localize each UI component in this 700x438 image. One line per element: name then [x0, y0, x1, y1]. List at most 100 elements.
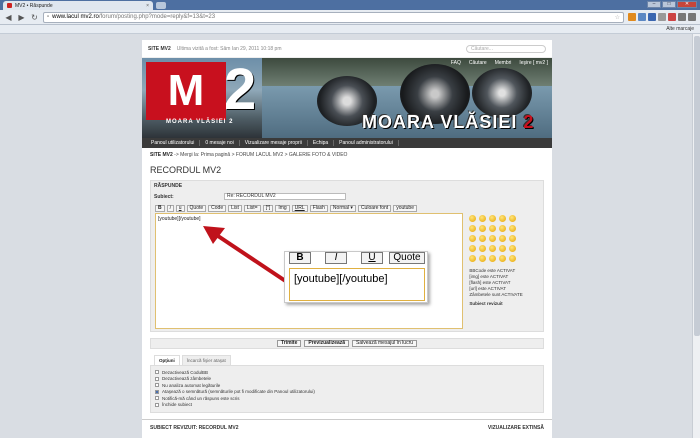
- options-panel: Dezactivează CodulBB Dezactivează zâmbet…: [150, 365, 544, 413]
- breadcrumb: SITE MV2 -> Mergi la: Prima pagină > FOR…: [142, 148, 552, 162]
- smiley-icon[interactable]: [489, 255, 497, 262]
- nav-logout[interactable]: Ieşire [ mv2 ]: [519, 60, 548, 66]
- flash-button[interactable]: Flash: [309, 205, 328, 212]
- back-icon[interactable]: ◀: [4, 13, 13, 22]
- nav-new-messages[interactable]: 0 mesaje noi: [200, 140, 240, 146]
- smiley-icon[interactable]: [489, 225, 497, 232]
- smiley-icon[interactable]: [489, 245, 497, 252]
- smiley-icon[interactable]: [499, 215, 507, 222]
- checkbox[interactable]: [155, 383, 159, 388]
- extension-red-icon[interactable]: [668, 13, 676, 21]
- topic-review-link[interactable]: Subiect revizuit: [469, 301, 537, 306]
- smiley-icon[interactable]: [479, 235, 487, 242]
- breadcrumb-site[interactable]: SITE MV2: [150, 152, 173, 158]
- smiley-icon[interactable]: [469, 225, 477, 232]
- font-color-button[interactable]: Culoare font: [357, 205, 392, 212]
- option-row[interactable]: Închide subiect: [155, 402, 539, 409]
- subject-label: Subiect:: [154, 193, 174, 200]
- address-bar[interactable]: ▫ www.lacul mv2.ro/forum/posting.php?mod…: [43, 11, 624, 23]
- page-menu-icon[interactable]: [678, 13, 686, 21]
- nav-user-panel[interactable]: Panoul utilizatorului: [146, 140, 201, 146]
- smiley-icon[interactable]: [509, 245, 517, 252]
- site-logo[interactable]: M 2 MOARA VLĂSIEI 2: [146, 61, 278, 125]
- smiley-icon[interactable]: [479, 225, 487, 232]
- list-item-button[interactable]: [*]: [262, 205, 274, 212]
- page-scrollbar[interactable]: [692, 34, 700, 438]
- smiley-icon[interactable]: [479, 255, 487, 262]
- nav-own-posts[interactable]: Vizualizare mesaje proprii: [240, 140, 308, 146]
- extension-m-icon[interactable]: [648, 13, 656, 21]
- bold-button[interactable]: B: [155, 205, 165, 212]
- smiley-icon[interactable]: [469, 245, 477, 252]
- zoom-bold-button: B: [289, 252, 311, 264]
- extension-g-icon[interactable]: [658, 13, 666, 21]
- star-icon[interactable]: ☆: [615, 14, 620, 21]
- submit-button[interactable]: Trimite: [276, 340, 302, 347]
- top-nav: FAQ Căutare Membri Ieşire [ mv2 ]: [451, 60, 548, 66]
- url-button[interactable]: URL: [291, 205, 308, 212]
- tab-attachments[interactable]: Încarcă fişier ataşat: [181, 355, 231, 365]
- img-button[interactable]: Img: [275, 205, 290, 212]
- reload-icon[interactable]: ↻: [30, 13, 39, 22]
- checkbox[interactable]: [155, 402, 159, 407]
- nav-members[interactable]: Membri: [495, 60, 512, 66]
- tab-options[interactable]: Opţiuni: [154, 355, 180, 365]
- smiley-icon[interactable]: [479, 215, 487, 222]
- smiley-icon[interactable]: [489, 215, 497, 222]
- browser-tab[interactable]: MV2 • Răspunde ×: [3, 1, 153, 10]
- youtube-button[interactable]: youtube: [393, 205, 417, 212]
- close-tab-icon[interactable]: ×: [146, 3, 149, 9]
- search-input[interactable]: Căutare...: [466, 44, 546, 53]
- close-window-button[interactable]: ✕: [677, 1, 697, 8]
- expanded-view-link[interactable]: VIZUALIZARE EXTINSĂ: [488, 425, 544, 431]
- extension-rss-icon[interactable]: [628, 13, 636, 21]
- italic-button[interactable]: i: [166, 205, 174, 212]
- window-controls: – □ ✕: [647, 1, 697, 8]
- page-title[interactable]: RECORDUL MV2: [142, 162, 552, 178]
- smiley-icon[interactable]: [499, 255, 507, 262]
- other-bookmarks[interactable]: Alte marcaje: [666, 26, 694, 32]
- extension-v-icon[interactable]: [638, 13, 646, 21]
- ordered-list-button[interactable]: List=: [243, 205, 261, 212]
- scrollbar-thumb[interactable]: [694, 36, 700, 336]
- code-button[interactable]: Code: [208, 205, 227, 212]
- nav-faq[interactable]: FAQ: [451, 60, 461, 66]
- smiley-icon[interactable]: [509, 225, 517, 232]
- list-button[interactable]: List: [228, 205, 242, 212]
- banner-title: MOARA VLĂSIEI 2: [362, 112, 535, 132]
- checkbox[interactable]: [155, 376, 159, 381]
- smiley-icon[interactable]: [499, 245, 507, 252]
- quote-button[interactable]: Quote: [186, 205, 207, 212]
- checkbox[interactable]: [155, 396, 159, 401]
- smiley-icon[interactable]: [509, 235, 517, 242]
- checkbox[interactable]: [155, 370, 159, 375]
- minimize-button[interactable]: –: [647, 1, 661, 8]
- forward-icon[interactable]: ▶: [17, 13, 26, 22]
- smiley-icon[interactable]: [499, 225, 507, 232]
- zoom-italic-button: I: [325, 252, 347, 264]
- font-size-select[interactable]: Normal ▾: [329, 205, 356, 212]
- nav-admin-panel[interactable]: Panoul administratorului: [334, 140, 399, 146]
- nav-team[interactable]: Echipa: [308, 140, 335, 146]
- smiley-icon[interactable]: [499, 235, 507, 242]
- smiley-icon[interactable]: [469, 235, 477, 242]
- smiley-icon[interactable]: [479, 245, 487, 252]
- smiley-icon[interactable]: [509, 255, 517, 262]
- url-host: www.lacul mv2.ro: [52, 14, 99, 20]
- smiley-icon[interactable]: [489, 235, 497, 242]
- underline-button[interactable]: u: [175, 205, 185, 212]
- wrench-icon[interactable]: [688, 13, 696, 21]
- checkbox-checked[interactable]: [155, 389, 159, 394]
- site-label[interactable]: SITE MV2: [148, 46, 171, 52]
- save-draft-button[interactable]: Salvează mesajul în lucru: [352, 340, 418, 347]
- preview-button[interactable]: Previzualizează: [304, 340, 350, 347]
- smiley-icon[interactable]: [509, 215, 517, 222]
- smiley-icon[interactable]: [469, 255, 477, 262]
- option-label: Ataşează o semnătură (semnăturile pot fi…: [162, 389, 315, 395]
- subject-input[interactable]: Re: RECORDUL MV2: [224, 193, 346, 200]
- new-tab-button[interactable]: [156, 2, 166, 9]
- smiley-icon[interactable]: [469, 215, 477, 222]
- nav-search[interactable]: Căutare: [469, 60, 487, 66]
- breadcrumb-path[interactable]: -> Mergi la: Prima pagină > FORUM LACUL …: [173, 152, 347, 158]
- maximize-button[interactable]: □: [662, 1, 676, 8]
